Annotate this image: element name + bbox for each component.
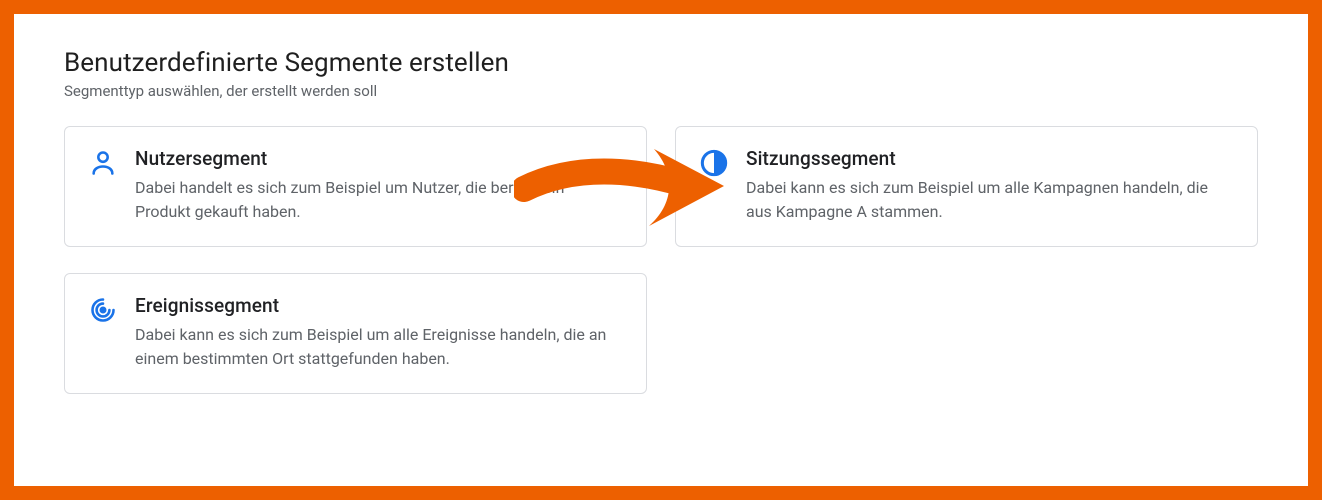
event-icon bbox=[89, 296, 117, 324]
annotation-frame: Benutzerdefinierte Segmente erstellen Se… bbox=[0, 0, 1322, 500]
card-description: Dabei kann es sich zum Beispiel um alle … bbox=[746, 176, 1233, 224]
card-user-segment[interactable]: Nutzersegment Dabei handelt es sich zum … bbox=[64, 126, 647, 247]
card-description: Dabei kann es sich zum Beispiel um alle … bbox=[135, 323, 622, 371]
page-title: Benutzerdefinierte Segmente erstellen bbox=[64, 48, 1258, 78]
segment-cards-grid: Nutzersegment Dabei handelt es sich zum … bbox=[64, 126, 1258, 394]
segment-type-panel: Benutzerdefinierte Segmente erstellen Se… bbox=[14, 14, 1308, 486]
card-session-segment[interactable]: Sitzungssegment Dabei kann es sich zum B… bbox=[675, 126, 1258, 247]
card-description: Dabei handelt es sich zum Beispiel um Nu… bbox=[135, 176, 622, 224]
card-title: Nutzersegment bbox=[135, 147, 622, 170]
user-icon bbox=[89, 149, 117, 177]
session-icon bbox=[700, 149, 728, 177]
card-title: Ereignissegment bbox=[135, 294, 622, 317]
card-body: Ereignissegment Dabei kann es sich zum B… bbox=[135, 294, 622, 371]
card-event-segment[interactable]: Ereignissegment Dabei kann es sich zum B… bbox=[64, 273, 647, 394]
card-title: Sitzungssegment bbox=[746, 147, 1233, 170]
card-body: Sitzungssegment Dabei kann es sich zum B… bbox=[746, 147, 1233, 224]
page-subtitle: Segmenttyp auswählen, der erstellt werde… bbox=[64, 82, 1258, 100]
card-body: Nutzersegment Dabei handelt es sich zum … bbox=[135, 147, 622, 224]
